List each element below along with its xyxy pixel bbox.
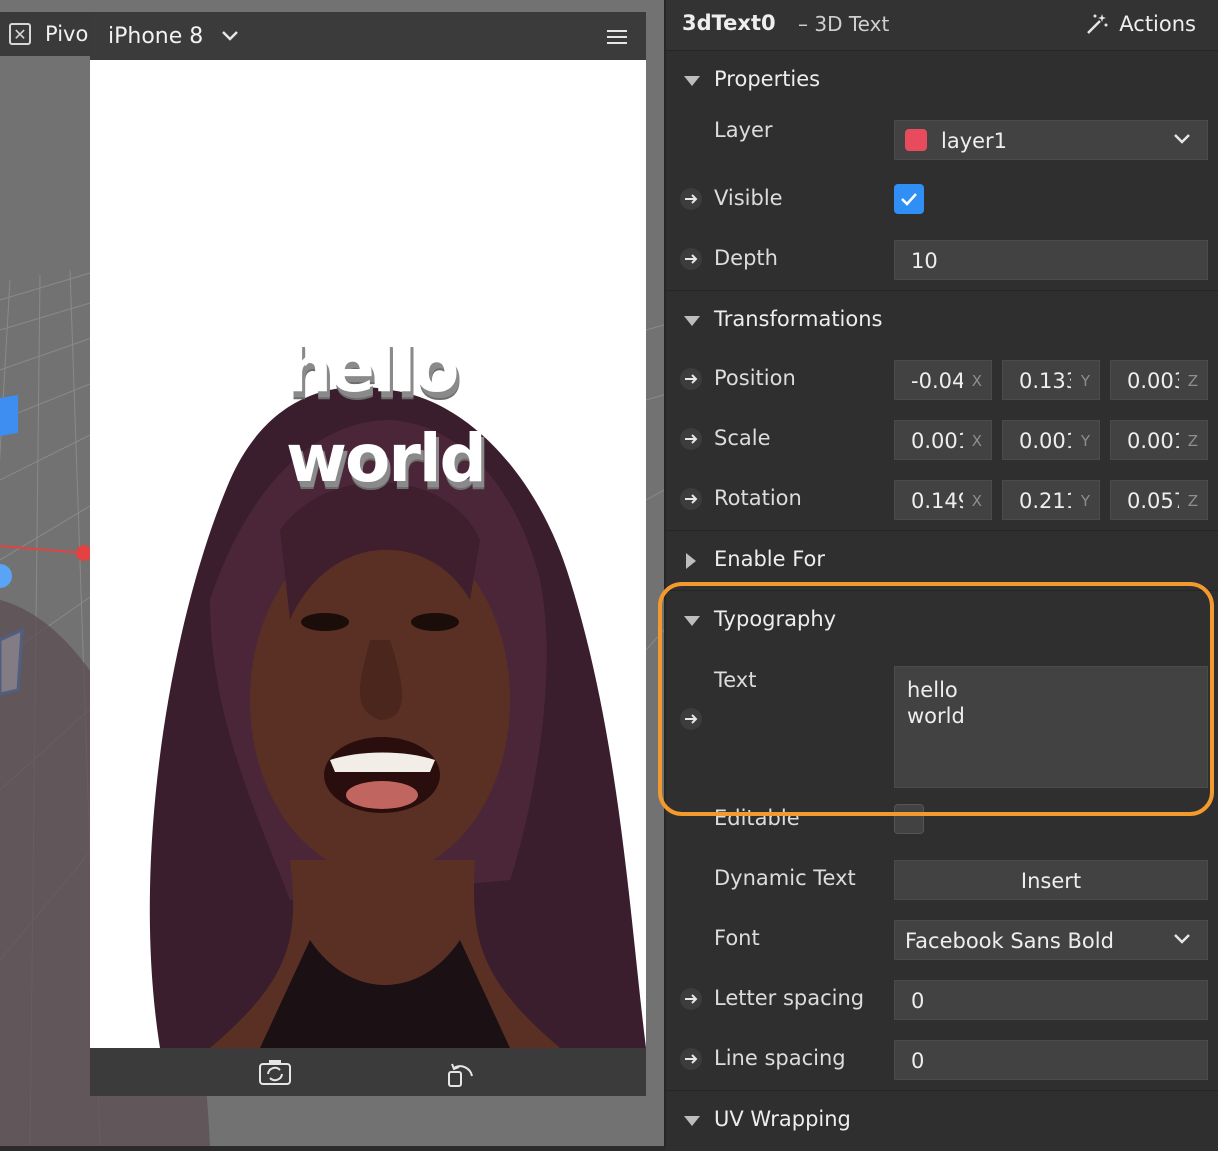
collapse-triangle-icon[interactable]	[684, 616, 700, 626]
visible-checkbox[interactable]	[894, 184, 924, 214]
layer-label: Layer	[714, 118, 773, 142]
section-title: Enable For	[714, 547, 826, 571]
checkmark-icon	[901, 193, 917, 206]
depth-label: Depth	[714, 246, 778, 270]
device-selector[interactable]: iPhone 8	[108, 24, 203, 49]
patch-arrow-icon[interactable]	[680, 188, 702, 210]
editable-label: Editable	[714, 806, 800, 830]
ar-text-line1: hello	[285, 330, 459, 407]
rotation-y-input[interactable]: 0.211Y	[1002, 480, 1100, 520]
section-title: Transformations	[714, 307, 883, 331]
expand-triangle-icon[interactable]	[686, 553, 696, 569]
position-z-input[interactable]: 0.003Z	[1110, 360, 1208, 400]
font-select[interactable]: Facebook Sans Bold	[894, 920, 1208, 960]
position-y-input[interactable]: 0.133Y	[1002, 360, 1100, 400]
actions-button[interactable]: Actions	[1085, 12, 1196, 36]
rotation-z-input[interactable]: 0.057Z	[1110, 480, 1208, 520]
chevron-down-icon	[1174, 934, 1190, 944]
letter-spacing-row: Letter spacing 0	[666, 980, 1218, 1040]
layer-row: Layer layer1	[666, 118, 1218, 180]
section-transformations[interactable]: Transformations	[666, 290, 1218, 351]
object-name: 3dText0	[682, 11, 776, 35]
text-label: Text	[714, 668, 757, 692]
simulator-bottom-bar	[90, 1048, 646, 1096]
patch-arrow-icon[interactable]	[680, 708, 702, 730]
inspector-header: 3dText0 – 3D Text Actions	[666, 0, 1218, 51]
insert-button[interactable]: Insert	[894, 860, 1208, 900]
font-label: Font	[714, 926, 760, 950]
section-title: Properties	[714, 67, 821, 91]
dynamic-text-row: Dynamic Text Insert	[666, 860, 1218, 920]
close-icon[interactable]: ✕	[9, 23, 31, 45]
text-row: Text hello world	[666, 666, 1218, 792]
simulator-toolbar: iPhone 8	[90, 12, 646, 60]
magic-wand-icon	[1087, 14, 1108, 34]
actions-label: Actions	[1119, 12, 1196, 36]
patch-arrow-icon[interactable]	[680, 368, 702, 390]
visible-label: Visible	[714, 186, 783, 210]
layer-value: layer1	[941, 129, 1008, 153]
letter-spacing-label: Letter spacing	[714, 986, 865, 1010]
font-row: Font Facebook Sans Bold	[666, 920, 1218, 980]
rotation-x-input[interactable]: 0.149X	[894, 480, 992, 520]
ar-text-line2: world	[286, 420, 487, 497]
scale-x-input[interactable]: 0.001X	[894, 420, 992, 460]
position-x-input[interactable]: -0.04 X	[894, 360, 992, 400]
scale-y-input[interactable]: 0.001Y	[1002, 420, 1100, 460]
section-typography[interactable]: Typography	[666, 590, 1218, 651]
patch-arrow-icon[interactable]	[680, 1048, 702, 1070]
line-spacing-input[interactable]: 0	[894, 1040, 1208, 1080]
device-screen[interactable]: hello world	[90, 60, 646, 1048]
section-uv-wrapping[interactable]: UV Wrapping	[666, 1090, 1218, 1151]
position-label: Position	[714, 366, 796, 390]
scale-row: Scale 0.001X 0.001Y 0.001Z	[666, 420, 1218, 480]
visible-row: Visible	[666, 180, 1218, 240]
section-title: Typography	[714, 607, 837, 631]
editable-row: Editable	[666, 800, 1218, 860]
scale-z-input[interactable]: 0.001Z	[1110, 420, 1208, 460]
line-spacing-label: Line spacing	[714, 1046, 846, 1070]
camera-feed-person	[149, 386, 646, 1048]
scene-tab-label: Pivo	[45, 22, 89, 46]
switch-camera-icon[interactable]	[258, 1058, 292, 1088]
layer-select[interactable]: layer1	[894, 120, 1208, 160]
letter-spacing-input[interactable]: 0	[894, 980, 1208, 1020]
dynamic-text-label: Dynamic Text	[714, 866, 856, 890]
text-input[interactable]: hello world	[894, 666, 1208, 788]
rotate-device-icon[interactable]	[446, 1056, 476, 1088]
section-title: UV Wrapping	[714, 1107, 851, 1131]
hamburger-menu-icon[interactable]	[606, 28, 628, 46]
layer-color-swatch	[905, 129, 927, 151]
chevron-down-icon	[1174, 134, 1190, 144]
collapse-triangle-icon[interactable]	[684, 1116, 700, 1126]
patch-arrow-icon[interactable]	[680, 488, 702, 510]
font-value: Facebook Sans Bold	[905, 929, 1114, 953]
patch-arrow-icon[interactable]	[680, 248, 702, 270]
scale-label: Scale	[714, 426, 771, 450]
scene-tab[interactable]: ✕ Pivo	[0, 12, 92, 56]
rotation-label: Rotation	[714, 486, 802, 510]
simulator-panel: iPhone 8 hello world	[90, 12, 646, 1096]
section-enable-for[interactable]: Enable For	[666, 530, 1218, 591]
chevron-down-icon[interactable]	[221, 30, 239, 42]
collapse-triangle-icon[interactable]	[684, 316, 700, 326]
object-type: – 3D Text	[798, 12, 890, 36]
inspector-panel: 3dText0 – 3D Text Actions Properties Lay…	[664, 0, 1218, 1151]
editable-checkbox[interactable]	[894, 804, 924, 834]
patch-arrow-icon[interactable]	[680, 988, 702, 1010]
collapse-triangle-icon[interactable]	[684, 76, 700, 86]
patch-arrow-icon[interactable]	[680, 428, 702, 450]
section-properties[interactable]: Properties	[666, 50, 1218, 111]
depth-input[interactable]: 10	[894, 240, 1208, 280]
position-row: Position -0.04X 0.133Y 0.003Z	[666, 360, 1218, 420]
